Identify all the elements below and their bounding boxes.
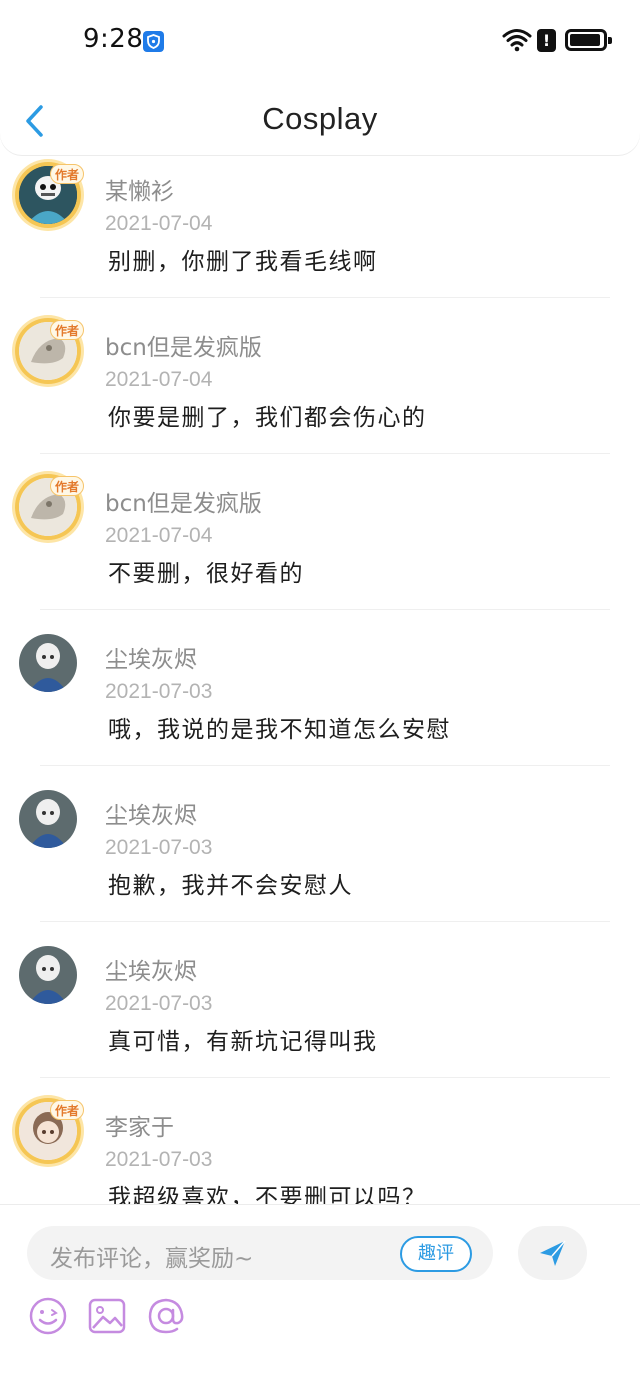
comment-date: 2021-07-04: [105, 212, 213, 235]
status-time: 9:28: [83, 24, 144, 54]
avatar-image: [19, 790, 77, 848]
send-icon: [540, 1240, 566, 1266]
top-bar: 9:28 ! Cosplay: [0, 0, 640, 155]
comment-item: 作者 bcn但是发疯版 2021-07-04 不要删，很好看的: [0, 454, 640, 610]
comment-text[interactable]: 我超级喜欢，不要删可以吗？: [108, 1178, 427, 1205]
image-icon[interactable]: [87, 1296, 127, 1336]
comment-text[interactable]: 抱歉，我并不会安慰人: [108, 866, 353, 900]
author-badge: 作者: [50, 1100, 84, 1120]
comment-item: 作者 某懒衫 2021-07-04 别删，你删了我看毛线啊: [0, 142, 640, 298]
comment-date: 2021-07-03: [105, 992, 213, 1015]
status-bar: 9:28 !: [0, 0, 640, 80]
comment-date: 2021-07-03: [105, 836, 213, 859]
comment-input[interactable]: 发布评论，赢奖励~ 趣评: [27, 1226, 493, 1280]
comment-author-name[interactable]: 尘埃灰烬: [105, 952, 197, 986]
comment-item: 作者 bcn但是发疯版 2021-07-04 你要是删了，我们都会伤心的: [0, 298, 640, 454]
quping-button[interactable]: 趣评: [400, 1236, 472, 1272]
alert-icon: !: [537, 29, 556, 52]
comment-author-name[interactable]: 尘埃灰烬: [105, 640, 197, 674]
shield-icon: [143, 31, 164, 52]
comment-date: 2021-07-03: [105, 680, 213, 703]
author-badge: 作者: [50, 164, 84, 184]
author-badge: 作者: [50, 320, 84, 340]
avatar[interactable]: [19, 946, 77, 1004]
comment-author-name[interactable]: bcn但是发疯版: [105, 484, 262, 518]
avatar-image: [19, 634, 77, 692]
comment-input-placeholder: 发布评论，赢奖励~: [50, 1246, 254, 1272]
comment-list: 作者 某懒衫 2021-07-04 别删，你删了我看毛线啊 作者 bcn但是发疯…: [0, 0, 640, 1205]
avatar[interactable]: [19, 790, 77, 848]
comment-text[interactable]: 你要是删了，我们都会伤心的: [108, 398, 427, 432]
comment-item: 尘埃灰烬 2021-07-03 真可惜，有新坑记得叫我: [0, 922, 640, 1078]
mention-icon[interactable]: [146, 1296, 186, 1336]
comment-text[interactable]: 哦，我说的是我不知道怎么安慰: [108, 710, 451, 744]
avatar-image: [19, 946, 77, 1004]
comment-author-name[interactable]: 李家于: [105, 1108, 174, 1142]
comment-date: 2021-07-04: [105, 524, 213, 547]
comment-author-name[interactable]: 某懒衫: [105, 172, 174, 206]
comment-author-name[interactable]: bcn但是发疯版: [105, 328, 262, 362]
emoji-icon[interactable]: [28, 1296, 68, 1336]
comment-date: 2021-07-03: [105, 1148, 213, 1171]
comment-item: 尘埃灰烬 2021-07-03 哦，我说的是我不知道怎么安慰: [0, 610, 640, 766]
author-badge: 作者: [50, 476, 84, 496]
comment-date: 2021-07-04: [105, 368, 213, 391]
avatar[interactable]: [19, 634, 77, 692]
comment-text[interactable]: 不要删，很好看的: [108, 554, 304, 588]
comment-item: 尘埃灰烬 2021-07-03 抱歉，我并不会安慰人: [0, 766, 640, 922]
compose-bar: 发布评论，赢奖励~ 趣评: [0, 1204, 640, 1387]
comment-author-name[interactable]: 尘埃灰烬: [105, 796, 197, 830]
comment-text[interactable]: 真可惜，有新坑记得叫我: [108, 1022, 378, 1056]
comment-item: 作者 李家于 2021-07-03 我超级喜欢，不要删可以吗？: [0, 1078, 640, 1205]
battery-icon: [565, 29, 612, 51]
page-title: Cosplay: [262, 101, 378, 136]
send-button[interactable]: [518, 1226, 587, 1280]
comment-text[interactable]: 别删，你删了我看毛线啊: [108, 242, 378, 276]
wifi-icon: [502, 28, 532, 56]
